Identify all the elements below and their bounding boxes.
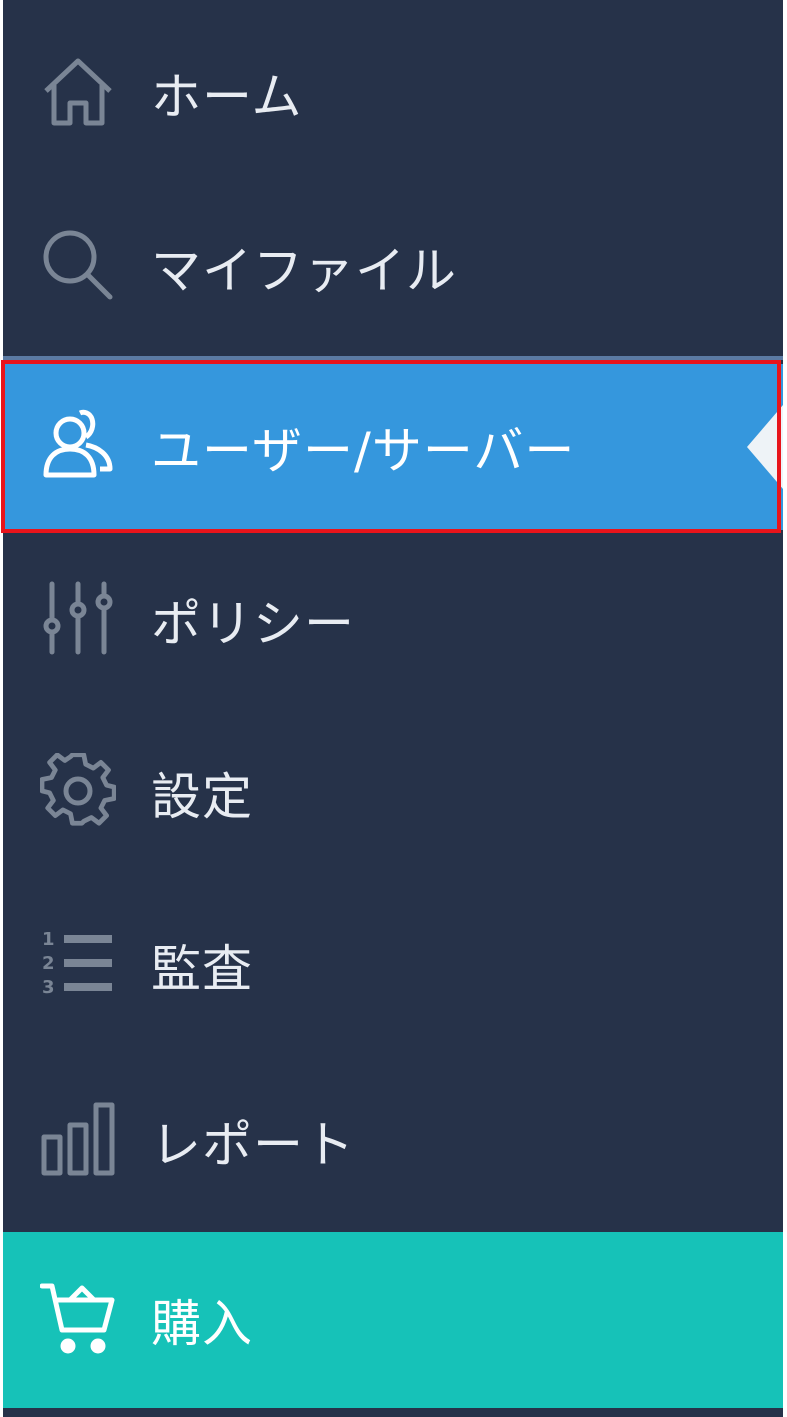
- sidebar-item-audit[interactable]: 1 2 3 監査: [3, 880, 783, 1050]
- sidebar-item-home[interactable]: ホーム: [3, 8, 783, 178]
- sidebar-item-label: 監査: [151, 940, 253, 998]
- users-icon: [40, 407, 116, 483]
- sidebar: ホーム マイファイル ユーザー/サーバー ポリシー 設定 1 2 3 監査 レポ…: [3, 0, 783, 1417]
- home-icon: [40, 53, 116, 129]
- sidebar-item-my-files[interactable]: マイファイル: [3, 182, 783, 352]
- sidebar-item-reports[interactable]: レポート: [3, 1056, 783, 1226]
- cart-icon: [40, 1280, 116, 1356]
- numbered-list-icon: 1 2 3: [40, 925, 116, 1001]
- bar-chart-icon: [40, 1101, 116, 1177]
- sidebar-item-settings[interactable]: 設定: [3, 708, 783, 878]
- svg-text:3: 3: [42, 977, 55, 998]
- sidebar-item-label: レポート: [151, 1116, 355, 1174]
- sidebar-item-purchase[interactable]: 購入: [3, 1232, 783, 1408]
- sliders-icon: [40, 580, 116, 656]
- sidebar-item-policy[interactable]: ポリシー: [3, 535, 783, 705]
- search-icon: [40, 227, 116, 303]
- sidebar-item-users-servers[interactable]: ユーザー/サーバー: [3, 364, 783, 530]
- active-indicator: [747, 405, 783, 489]
- svg-text:1: 1: [42, 929, 55, 950]
- svg-text:2: 2: [42, 953, 55, 974]
- sidebar-item-label: 購入: [151, 1295, 253, 1353]
- sidebar-bottom-strip: [3, 1408, 783, 1417]
- sidebar-item-label: マイファイル: [151, 242, 457, 300]
- sidebar-item-label: ユーザー/サーバー: [151, 422, 576, 480]
- sidebar-item-label: 設定: [151, 768, 253, 826]
- gear-icon: [40, 753, 116, 829]
- sidebar-item-label: ポリシー: [151, 595, 355, 653]
- sidebar-item-label: ホーム: [151, 68, 303, 126]
- divider: [3, 356, 783, 360]
